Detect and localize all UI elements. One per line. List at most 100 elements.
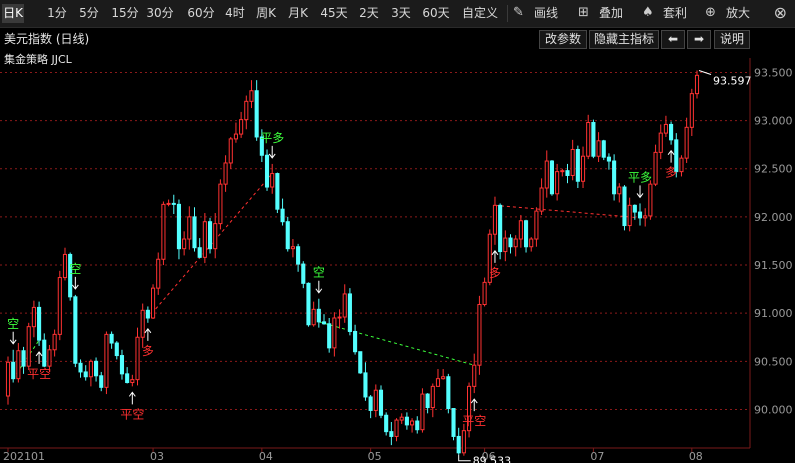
- signal-label: 空: [313, 266, 325, 280]
- candle-body: [513, 238, 518, 248]
- candle-body: [420, 393, 425, 431]
- signal-label: 平空: [120, 407, 144, 421]
- candle-body: [461, 430, 466, 454]
- x-tick-label: 05: [368, 450, 382, 463]
- candle-body: [311, 308, 316, 326]
- candle-body: [378, 389, 384, 416]
- candle-body: [555, 171, 560, 195]
- candlestick-chart[interactable]: 93.500 93.000 92.500 92.000 91.500 91.000 90.5…: [0, 0, 795, 463]
- candle-body: [477, 304, 482, 366]
- candle-body: [482, 281, 487, 306]
- x-tick-label: 202101: [3, 450, 45, 463]
- candle-body: [207, 221, 213, 250]
- candle-body: [161, 203, 166, 260]
- candle-body: [301, 263, 306, 284]
- candle-body: [353, 330, 358, 353]
- signal-label: 多: [489, 266, 501, 280]
- candle-body: [202, 221, 207, 258]
- candle-body: [518, 220, 523, 240]
- candle-body: [130, 379, 135, 384]
- candle-body: [306, 282, 311, 326]
- candle-body: [658, 132, 663, 153]
- sell-arrow-icon: [9, 331, 17, 345]
- candle-body: [435, 378, 441, 387]
- candle-body: [135, 336, 140, 381]
- candle-body: [83, 371, 88, 378]
- min-pointer: [458, 454, 471, 462]
- candle-body: [21, 350, 26, 367]
- signal-label: 多: [665, 166, 677, 180]
- candle-body: [539, 187, 544, 212]
- candle-body: [637, 211, 643, 219]
- candle-body: [78, 362, 83, 373]
- max-price-label: 93.597: [713, 75, 752, 88]
- candle-body: [627, 204, 632, 227]
- candle-body: [213, 223, 218, 250]
- candle-body: [523, 220, 529, 248]
- signal-label: 平多: [628, 170, 652, 184]
- candle-body: [37, 306, 42, 341]
- candle-body: [503, 237, 508, 253]
- y-tick-label: 93.000: [754, 115, 793, 128]
- candle-body: [119, 355, 125, 375]
- y-tick-label: 91.000: [754, 307, 793, 320]
- candle-body: [270, 173, 275, 188]
- candle-body: [62, 253, 68, 279]
- candle-body: [187, 216, 192, 240]
- candle-body: [11, 361, 16, 380]
- y-tick-label: 92.500: [754, 163, 793, 176]
- candle-body: [337, 316, 342, 319]
- candle-body: [606, 156, 611, 162]
- candle-body: [612, 160, 617, 195]
- candle-body: [643, 215, 648, 219]
- y-tick-label: 90.500: [754, 355, 793, 368]
- candle-body: [394, 419, 399, 437]
- candle-body: [368, 396, 373, 411]
- candle-body: [192, 216, 197, 249]
- candle-body: [544, 160, 549, 189]
- trend-line: [494, 204, 641, 219]
- candle-body: [114, 342, 119, 357]
- candle-body: [534, 210, 539, 240]
- candle-body: [57, 277, 62, 335]
- candle-body: [99, 375, 104, 388]
- candle-body: [285, 221, 290, 250]
- candle-body: [342, 293, 347, 318]
- candle-body: [446, 376, 451, 410]
- candle-body: [498, 204, 503, 253]
- candle-body: [52, 333, 57, 351]
- candle-body: [363, 372, 368, 398]
- candle-body: [16, 350, 21, 380]
- candle-body: [617, 186, 622, 195]
- candle-body: [632, 204, 637, 213]
- candle-body: [508, 237, 513, 248]
- candle-body: [31, 306, 36, 328]
- candle-body: [404, 416, 409, 426]
- candle-body: [239, 119, 244, 135]
- candle-body: [653, 151, 658, 185]
- candle-body: [456, 435, 461, 454]
- candle-body: [332, 317, 337, 349]
- buy-arrow-icon: [491, 249, 499, 263]
- candle-body: [88, 360, 93, 378]
- candle-body: [47, 349, 52, 367]
- candle-body: [275, 173, 280, 210]
- candle-body: [451, 408, 456, 437]
- candle-body: [166, 202, 171, 205]
- candle-body: [694, 74, 700, 95]
- candle-body: [327, 323, 332, 349]
- candle-body: [280, 208, 285, 223]
- y-tick-label: 92.000: [754, 211, 793, 224]
- candle-body: [254, 90, 259, 138]
- candle-body: [26, 326, 31, 367]
- candle-body: [218, 183, 223, 225]
- signal-label: 多: [142, 344, 154, 358]
- candle-body: [410, 420, 415, 426]
- buy-arrow-icon: [144, 327, 152, 341]
- signal-label: 空: [7, 317, 19, 331]
- candle-body: [684, 126, 689, 159]
- candle-body: [648, 183, 653, 217]
- candle-body: [529, 238, 534, 248]
- candle-body: [689, 93, 694, 128]
- candle-body: [249, 90, 254, 102]
